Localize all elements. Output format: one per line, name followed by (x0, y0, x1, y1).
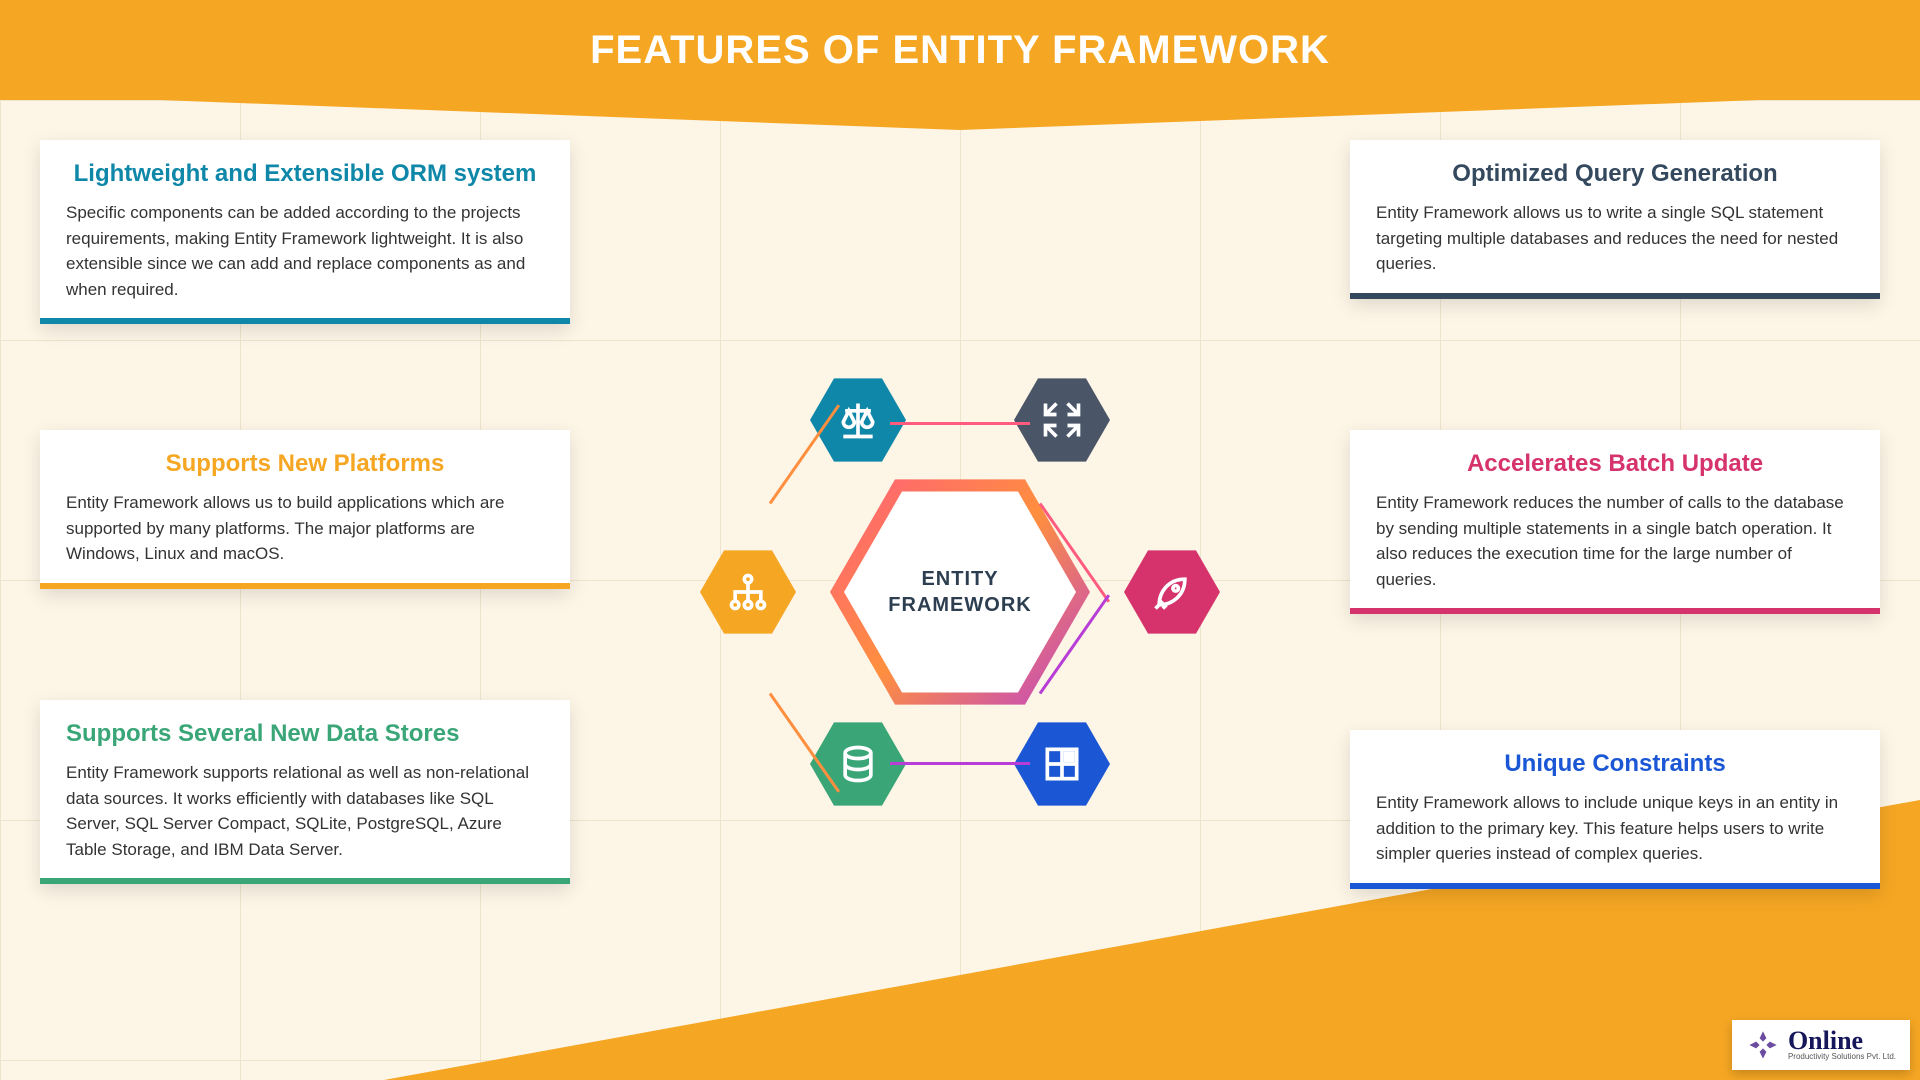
card-title: Accelerates Batch Update (1376, 450, 1854, 478)
header-banner: FEATURES OF ENTITY FRAMEWORK (0, 0, 1920, 100)
center-label: ENTITY FRAMEWORK (888, 566, 1031, 618)
brand-logo: Online Productivity Solutions Pvt. Ltd. (1732, 1020, 1910, 1070)
feature-card-datastores: Supports Several New Data Stores Entity … (40, 700, 570, 884)
card-title: Optimized Query Generation (1376, 160, 1854, 188)
feature-card-platforms: Supports New Platforms Entity Framework … (40, 430, 570, 589)
card-underline (40, 318, 570, 324)
hexagon-cluster: ENTITY FRAMEWORK (830, 462, 1090, 722)
card-underline (1350, 293, 1880, 299)
feature-card-lightweight: Lightweight and Extensible ORM system Sp… (40, 140, 570, 324)
feature-card-query: Optimized Query Generation Entity Framew… (1350, 140, 1880, 299)
feature-card-batch: Accelerates Batch Update Entity Framewor… (1350, 430, 1880, 614)
feature-card-constraints: Unique Constraints Entity Framework allo… (1350, 730, 1880, 889)
logo-text: Online (1788, 1029, 1896, 1052)
card-underline (1350, 608, 1880, 614)
card-underline (1350, 883, 1880, 889)
connector-line (890, 762, 1030, 765)
center-hexagon: ENTITY FRAMEWORK (830, 462, 1090, 722)
logo-subtext: Productivity Solutions Pvt. Ltd. (1788, 1052, 1896, 1061)
card-title: Unique Constraints (1376, 750, 1854, 778)
card-underline (40, 878, 570, 884)
card-body: Specific components can be added accordi… (66, 200, 544, 302)
connector-line (890, 422, 1030, 425)
card-underline (40, 583, 570, 589)
logo-mark-icon (1746, 1028, 1780, 1062)
card-title: Supports Several New Data Stores (66, 720, 544, 748)
card-title: Lightweight and Extensible ORM system (66, 160, 544, 188)
card-body: Entity Framework allows us to write a si… (1376, 200, 1854, 277)
card-body: Entity Framework allows to include uniqu… (1376, 790, 1854, 867)
card-body: Entity Framework supports relational as … (66, 760, 544, 862)
card-body: Entity Framework reduces the number of c… (1376, 490, 1854, 592)
page-title: FEATURES OF ENTITY FRAMEWORK (0, 0, 1920, 73)
card-title: Supports New Platforms (66, 450, 544, 478)
card-body: Entity Framework allows us to build appl… (66, 490, 544, 567)
